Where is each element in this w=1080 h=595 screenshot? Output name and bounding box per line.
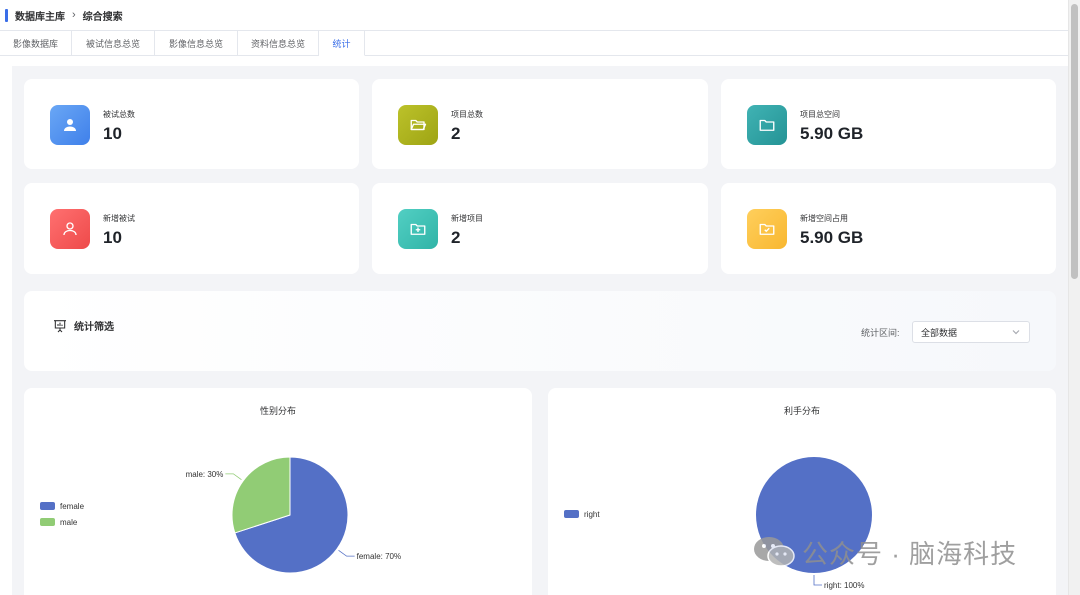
stat-label: 新增空间占用 <box>800 214 848 223</box>
gender-pie-chart: female: 70% male: 30% female male <box>40 456 401 574</box>
breadcrumb-separator-icon: › <box>72 9 76 21</box>
tab-material-overview[interactable]: 资料信息总览 <box>238 31 319 55</box>
pie-data-label: male: 30% <box>186 470 224 479</box>
breadcrumb: 数据库主库 › 综合搜索 <box>0 0 1068 30</box>
pie-data-label: female: 70% <box>357 552 401 561</box>
legend-label[interactable]: right <box>584 510 600 519</box>
legend-label[interactable]: female <box>60 502 85 511</box>
stat-value: 2 <box>451 228 461 247</box>
statistics-panel: 被试总数 10 项目总数 2 项目总空间 5.90 GB 新增被试 10 新增项… <box>12 66 1068 595</box>
watermark-text: 公众号 · 脑海科技 <box>802 538 1018 569</box>
breadcrumb-current: 综合搜索 <box>82 11 123 23</box>
pie-label-line <box>813 575 822 586</box>
filter-title: 统计筛选 <box>74 322 114 333</box>
presentation-chart-icon <box>54 320 66 333</box>
scrollbar-thumb[interactable] <box>1071 4 1078 279</box>
pie-data-label: right: 100% <box>824 581 864 590</box>
stat-value: 5.90 GB <box>800 124 864 143</box>
legend-label[interactable]: male <box>60 518 78 527</box>
chevron-down-icon <box>1012 330 1020 335</box>
folder-icon <box>747 105 787 145</box>
stat-card-total-space: 项目总空间 5.90 GB <box>721 79 1056 169</box>
gender-chart-card: 性别分布 female: 70% male: 30% female male <box>24 388 532 595</box>
breadcrumb-root[interactable]: 数据库主库 <box>15 8 65 23</box>
stat-label: 新增被试 <box>103 214 135 223</box>
stat-card-total-projects: 项目总数 2 <box>372 79 708 169</box>
stat-card-new-projects: 新增项目 2 <box>372 183 708 274</box>
stat-value: 10 <box>103 124 122 143</box>
tab-label: 资料信息总览 <box>250 38 305 49</box>
stat-card-new-subjects: 新增被试 10 <box>24 183 359 274</box>
stat-card-new-space: 新增空间占用 5.90 GB <box>721 183 1056 274</box>
stat-value: 2 <box>451 124 461 143</box>
folder-plus-icon <box>398 209 438 249</box>
stat-label: 新增项目 <box>451 214 483 223</box>
tab-statistics[interactable]: 统计 <box>319 31 365 56</box>
breadcrumb-accent-bar <box>5 8 8 22</box>
stat-label: 项目总空间 <box>800 110 840 119</box>
tab-bar: 影像数据库 被试信息总览 影像信息总览 资料信息总览 统计 <box>0 30 1068 56</box>
pie-label-line <box>225 473 242 481</box>
legend-swatch-male[interactable] <box>40 518 55 526</box>
stat-value: 10 <box>103 228 122 247</box>
wechat-icon <box>754 537 795 567</box>
range-label: 统计区间: <box>861 328 900 338</box>
stat-label: 被试总数 <box>103 110 135 119</box>
tab-label: 影像数据库 <box>12 38 58 49</box>
stat-label: 项目总数 <box>451 110 483 119</box>
legend-swatch-right[interactable] <box>564 510 579 518</box>
pie-label-line <box>338 549 355 557</box>
folder-open-icon <box>398 105 438 145</box>
vertical-scrollbar[interactable] <box>1068 0 1080 595</box>
user-add-icon <box>50 209 90 249</box>
filter-card: 统计筛选 统计区间: 全部数据 <box>24 291 1056 371</box>
tab-label: 被试信息总览 <box>85 38 140 49</box>
tab-label: 统计 <box>332 38 351 49</box>
legend-swatch-female[interactable] <box>40 502 55 510</box>
folder-check-icon <box>747 209 787 249</box>
range-select-value: 全部数据 <box>921 327 958 338</box>
watermark: 公众号 · 脑海科技 <box>752 532 1017 572</box>
tab-label: 影像信息总览 <box>168 38 223 49</box>
stat-card-total-subjects: 被试总数 10 <box>24 79 359 169</box>
user-icon <box>50 105 90 145</box>
tab-image-database[interactable]: 影像数据库 <box>0 31 72 55</box>
tab-image-overview[interactable]: 影像信息总览 <box>155 31 238 55</box>
stat-value: 5.90 GB <box>800 228 864 247</box>
range-select[interactable]: 全部数据 <box>912 321 1030 343</box>
tab-subject-overview[interactable]: 被试信息总览 <box>72 31 155 55</box>
